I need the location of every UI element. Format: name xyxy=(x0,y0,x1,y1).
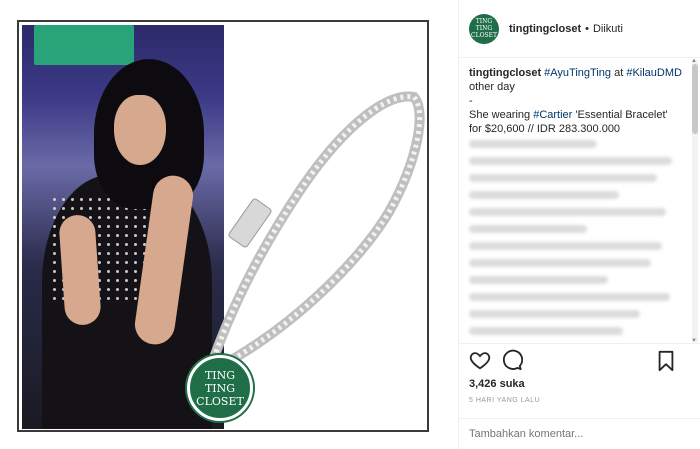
hashtag-link[interactable]: #KilauDMD xyxy=(626,67,682,79)
header-separator: • xyxy=(585,22,589,35)
header-username-link[interactable]: tingtingcloset xyxy=(509,23,581,35)
brand-logo-badge: TING TING CLOSET xyxy=(187,355,253,421)
bracelet-image xyxy=(204,91,425,377)
background-sign xyxy=(34,25,134,65)
bookmark-icon[interactable] xyxy=(655,350,677,372)
logo-line-2: CLOSET xyxy=(196,394,244,408)
follow-status-button[interactable]: Diikuti xyxy=(593,23,623,35)
caption-text: at xyxy=(614,67,624,79)
caption-text: - xyxy=(469,95,473,107)
post-image-frame[interactable]: TING TING CLOSET xyxy=(17,20,429,432)
add-comment-row xyxy=(459,418,700,449)
comments-scrollbar[interactable]: ▲ ▼ xyxy=(691,58,698,344)
post-caption: tingtingcloset #AyuTingTing at #KilauDMD… xyxy=(469,66,683,136)
blurred-comments xyxy=(469,140,683,344)
avatar[interactable]: TING TING CLOSET xyxy=(469,13,499,44)
caption-username-link[interactable]: tingtingcloset xyxy=(469,67,541,79)
hashtag-link[interactable]: #Cartier xyxy=(533,109,572,121)
post-side-panel: TING TING CLOSET tingtingcloset • Diikut… xyxy=(458,0,700,449)
scrollbar-thumb[interactable] xyxy=(692,64,698,134)
woman-arm-left xyxy=(58,213,102,327)
comment-icon[interactable] xyxy=(501,349,523,371)
hashtag-link[interactable]: #AyuTingTing xyxy=(544,67,611,79)
add-comment-input[interactable] xyxy=(469,428,669,440)
post-timestamp: 5 HARI YANG LALU xyxy=(469,397,541,404)
heart-icon[interactable] xyxy=(469,349,491,371)
like-count[interactable]: 3,426 suka xyxy=(469,378,525,390)
woman-face xyxy=(114,95,166,165)
avatar-line-1: TING TING xyxy=(475,18,493,32)
caption-text: She wearing xyxy=(469,109,531,121)
post-header: TING TING CLOSET tingtingcloset • Diikut… xyxy=(459,0,700,58)
post-actions xyxy=(459,343,700,375)
logo-line-1: TING TING xyxy=(204,368,236,395)
caption-text: other day xyxy=(469,81,515,93)
avatar-line-2: CLOSET xyxy=(471,32,497,39)
